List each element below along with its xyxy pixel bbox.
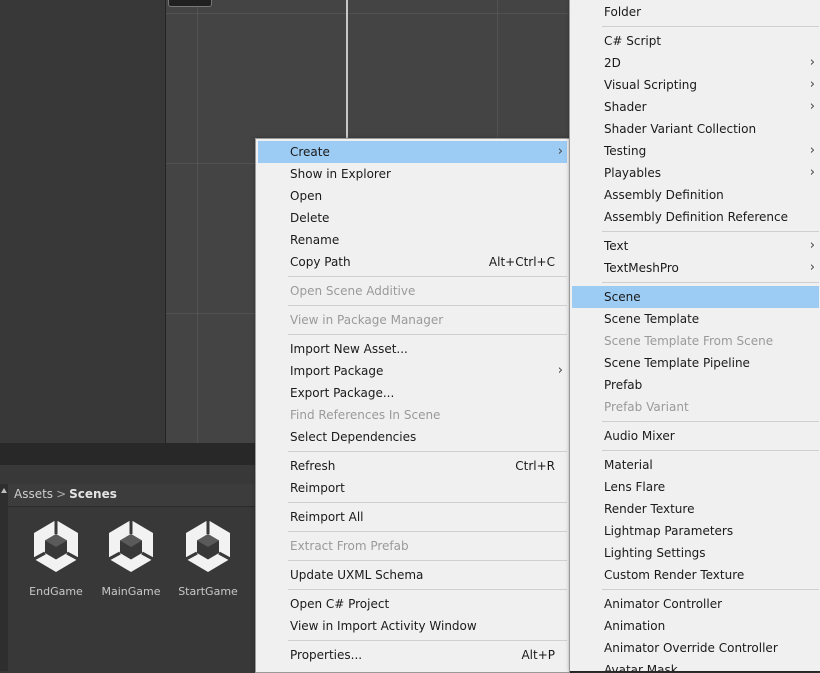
context-menu: Create › Show in Explorer Open Delete Ren… (255, 138, 570, 673)
submenu-item-textmeshpro[interactable]: TextMeshPro › (572, 257, 819, 279)
menu-item-rename[interactable]: Rename (258, 229, 567, 251)
menu-separator (602, 231, 819, 232)
menu-item-update-uxml[interactable]: Update UXML Schema (258, 564, 567, 586)
breadcrumb-scenes[interactable]: Scenes (69, 487, 117, 501)
submenu-item-scene-template-pipeline[interactable]: Scene Template Pipeline (572, 352, 819, 374)
create-submenu: Folder C# Script 2D › Visual Scripting › S… (569, 0, 820, 671)
submenu-item-testing[interactable]: Testing › (572, 140, 819, 162)
menu-item-delete[interactable]: Delete (258, 207, 567, 229)
submenu-item-lightmap-parameters[interactable]: Lightmap Parameters (572, 520, 819, 542)
project-folder-scrollbar[interactable] (0, 484, 8, 671)
breadcrumb-assets[interactable]: Assets (14, 487, 53, 501)
shortcut-label: Ctrl+R (515, 459, 555, 473)
submenu-item-text[interactable]: Text › (572, 235, 819, 257)
menu-item-view-import-activity[interactable]: View in Import Activity Window (258, 615, 567, 637)
menu-separator (602, 450, 819, 451)
menu-separator (288, 640, 567, 641)
chevron-right-icon: › (809, 55, 815, 70)
scroll-up-arrow-icon[interactable] (1, 488, 7, 493)
chevron-right-icon: › (809, 260, 815, 275)
asset-label: MainGame (101, 585, 161, 598)
unity-scene-icon (33, 520, 79, 572)
asset-startgame[interactable]: StartGame (173, 518, 243, 598)
menu-item-open-scene-additive: Open Scene Additive (290, 284, 416, 298)
submenu-item-animation[interactable]: Animation (572, 615, 819, 637)
menu-item-select-dependencies[interactable]: Select Dependencies (258, 426, 567, 448)
asset-endgame[interactable]: EndGame (21, 518, 91, 598)
menu-item-import-new-asset[interactable]: Import New Asset... (258, 338, 567, 360)
asset-maingame[interactable]: MainGame (96, 518, 166, 598)
scene-view-toolbar-tab[interactable] (168, 0, 212, 7)
unity-scene-icon (108, 520, 154, 572)
hierarchy-panel (0, 0, 166, 443)
menu-item-copy-path[interactable]: Copy Path Alt+Ctrl+C (258, 251, 567, 273)
submenu-item-shader[interactable]: Shader › (572, 96, 819, 118)
menu-separator (288, 334, 567, 335)
menu-item-create[interactable]: Create › (258, 141, 567, 163)
menu-separator (602, 421, 819, 422)
menu-item-view-in-package-manager: View in Package Manager (290, 313, 444, 327)
menu-item-extract-from-prefab: Extract From Prefab (290, 539, 409, 553)
submenu-item-assembly-definition-reference[interactable]: Assembly Definition Reference (572, 206, 819, 228)
submenu-item-assembly-definition[interactable]: Assembly Definition (572, 184, 819, 206)
shortcut-label: Alt+Ctrl+C (488, 255, 555, 269)
submenu-item-prefab-variant: Prefab Variant (604, 400, 689, 414)
chevron-right-icon: › (809, 238, 815, 253)
breadcrumb: Assets > Scenes (14, 487, 117, 501)
chevron-right-icon: › (557, 144, 563, 159)
submenu-item-2d[interactable]: 2D › (572, 52, 819, 74)
menu-item-reimport[interactable]: Reimport (258, 477, 567, 499)
chevron-right-icon: › (557, 363, 563, 378)
menu-item-open[interactable]: Open (258, 185, 567, 207)
scene-gizmo-axis (346, 0, 348, 140)
menu-item-refresh[interactable]: Refresh Ctrl+R (258, 455, 567, 477)
menu-separator (288, 531, 567, 532)
menu-separator (288, 560, 567, 561)
menu-separator (288, 451, 567, 452)
menu-separator (288, 502, 567, 503)
menu-item-import-package[interactable]: Import Package › (258, 360, 567, 382)
menu-separator (602, 589, 819, 590)
menu-item-find-references: Find References In Scene (290, 408, 441, 422)
asset-label: StartGame (178, 585, 238, 598)
submenu-item-visual-scripting[interactable]: Visual Scripting › (572, 74, 819, 96)
chevron-right-icon: › (809, 77, 815, 92)
shortcut-label: Alt+P (521, 648, 555, 662)
submenu-item-material[interactable]: Material (572, 454, 819, 476)
menu-item-properties[interactable]: Properties... Alt+P (258, 644, 567, 666)
asset-label: EndGame (29, 585, 83, 598)
unity-scene-icon (185, 520, 231, 572)
menu-separator (602, 282, 819, 283)
menu-item-export-package[interactable]: Export Package... (258, 382, 567, 404)
submenu-item-playables[interactable]: Playables › (572, 162, 819, 184)
menu-item-show-in-explorer[interactable]: Show in Explorer (258, 163, 567, 185)
chevron-right-icon: › (809, 165, 815, 180)
submenu-item-animator-controller[interactable]: Animator Controller (572, 593, 819, 615)
menu-separator (288, 305, 567, 306)
submenu-item-prefab[interactable]: Prefab (572, 374, 819, 396)
menu-item-open-csharp-project[interactable]: Open C# Project (258, 593, 567, 615)
submenu-item-shader-variant-collection[interactable]: Shader Variant Collection (572, 118, 819, 140)
submenu-item-scene[interactable]: Scene (572, 286, 819, 308)
submenu-item-audio-mixer[interactable]: Audio Mixer (572, 425, 819, 447)
submenu-item-folder[interactable]: Folder (572, 1, 819, 23)
menu-separator (602, 26, 819, 27)
menu-separator (288, 276, 567, 277)
chevron-right-icon: › (809, 143, 815, 158)
submenu-item-render-texture[interactable]: Render Texture (572, 498, 819, 520)
submenu-item-animator-override-controller[interactable]: Animator Override Controller (572, 637, 819, 659)
submenu-item-scene-template-from-scene: Scene Template From Scene (604, 334, 774, 348)
submenu-item-lighting-settings[interactable]: Lighting Settings (572, 542, 819, 564)
chevron-right-icon: › (809, 99, 815, 114)
submenu-item-csharp-script[interactable]: C# Script (572, 30, 819, 52)
submenu-item-custom-render-texture[interactable]: Custom Render Texture (572, 564, 819, 586)
menu-item-reimport-all[interactable]: Reimport All (258, 506, 567, 528)
submenu-item-scene-template[interactable]: Scene Template (572, 308, 819, 330)
submenu-item-avatar-mask[interactable]: Avatar Mask (572, 659, 819, 671)
menu-separator (288, 589, 567, 590)
chevron-right-icon: > (56, 487, 67, 501)
submenu-item-lens-flare[interactable]: Lens Flare (572, 476, 819, 498)
